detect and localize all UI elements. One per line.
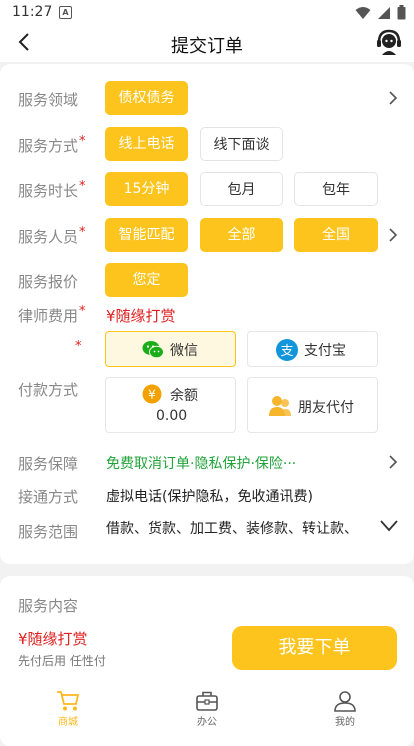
pay-balance-label: 余额 <box>170 388 198 404</box>
battery-icon <box>397 5 406 20</box>
tab-office[interactable]: 办公 <box>167 690 247 728</box>
user-icon <box>334 691 356 712</box>
service-field-chip[interactable]: 债权债务 <box>105 81 188 115</box>
guarantee-value[interactable]: 免费取消订单·隐私保护·保险··· <box>106 453 296 473</box>
chevron-right-icon[interactable] <box>386 91 400 105</box>
staff-all[interactable]: 全部 <box>200 218 283 252</box>
submit-order-button[interactable]: 我要下单 <box>232 626 397 670</box>
payment-method-label: 付款方式 <box>18 381 79 399</box>
connect-method-label: 接通方式 <box>18 488 79 506</box>
pay-balance-option[interactable]: ¥ 余额 0.00 <box>105 377 236 433</box>
service-scope-value: 借款、货款、加工费、装修款、转让款、 <box>106 521 358 537</box>
lawyer-fee-label: 律师费用* <box>18 304 86 325</box>
bottom-tab-bar: 商城 办公 我的 <box>0 686 414 736</box>
payment-required-mark: * <box>75 339 82 354</box>
pay-alipay-option[interactable]: 支 支付宝 <box>247 331 378 367</box>
quote-you-decide[interactable]: 您定 <box>105 263 188 297</box>
duration-monthly[interactable]: 包月 <box>200 172 283 206</box>
balance-coin-icon: ¥ <box>142 384 162 404</box>
wechat-icon <box>142 341 164 359</box>
pay-alipay-label: 支付宝 <box>304 343 346 359</box>
chevron-right-icon[interactable] <box>386 228 400 242</box>
service-staff-label: 服务人员* <box>18 225 86 246</box>
footer-price: ¥随缘打赏 <box>18 630 88 648</box>
service-duration-label: 服务时长* <box>18 179 86 200</box>
method-online-phone[interactable]: 线上电话 <box>105 127 188 161</box>
briefcase-icon <box>196 691 218 711</box>
service-quote-label: 服务报价 <box>18 273 79 291</box>
service-method-label: 服务方式* <box>18 134 86 155</box>
pay-wechat-label: 微信 <box>170 343 198 359</box>
service-content-label: 服务内容 <box>18 597 79 615</box>
service-scope-label: 服务范围 <box>18 523 79 541</box>
page-title: 提交订单 <box>171 36 243 57</box>
tab-mall-label: 商城 <box>58 717 78 728</box>
svg-text:支: 支 <box>280 344 293 359</box>
pay-wechat-option[interactable]: 微信 <box>105 331 236 367</box>
tab-mall[interactable]: 商城 <box>28 690 108 728</box>
pay-balance-value: 0.00 <box>156 408 188 424</box>
chevron-down-icon[interactable] <box>380 520 398 532</box>
cart-icon <box>57 691 80 711</box>
svg-text:¥: ¥ <box>148 388 156 402</box>
tab-mine-label: 我的 <box>335 717 355 728</box>
chevron-right-icon[interactable] <box>386 455 400 469</box>
customer-service-icon[interactable] <box>374 28 404 58</box>
pay-friend-label: 朋友代付 <box>298 400 354 416</box>
duration-15min[interactable]: 15分钟 <box>105 172 188 206</box>
connect-method-value: 虚拟电话(保护隐私，免收通讯费) <box>106 489 313 505</box>
a-badge-icon: A <box>59 6 72 19</box>
status-icons <box>355 5 406 20</box>
footer-note: 先付后用 任性付 <box>18 654 106 668</box>
service-field-label: 服务领域 <box>18 91 79 109</box>
pay-friend-option[interactable]: 朋友代付 <box>247 377 378 433</box>
alipay-icon: 支 <box>276 339 298 361</box>
tab-office-label: 办公 <box>197 717 217 728</box>
wifi-icon <box>355 6 371 19</box>
lawyer-fee-value: ¥随缘打赏 <box>106 307 176 325</box>
friend-pay-icon <box>269 396 291 416</box>
status-bar: 11:27 A <box>0 0 414 26</box>
duration-yearly[interactable]: 包年 <box>294 172 378 206</box>
guarantee-label: 服务保障 <box>18 455 79 473</box>
signal-icon <box>378 6 390 19</box>
tab-mine[interactable]: 我的 <box>305 690 385 728</box>
staff-nationwide[interactable]: 全国 <box>294 218 378 252</box>
status-time: 11:27 <box>12 4 53 20</box>
staff-smart-match[interactable]: 智能匹配 <box>105 218 188 252</box>
method-offline-meeting[interactable]: 线下面谈 <box>200 127 283 161</box>
header: 提交订单 <box>0 26 414 62</box>
